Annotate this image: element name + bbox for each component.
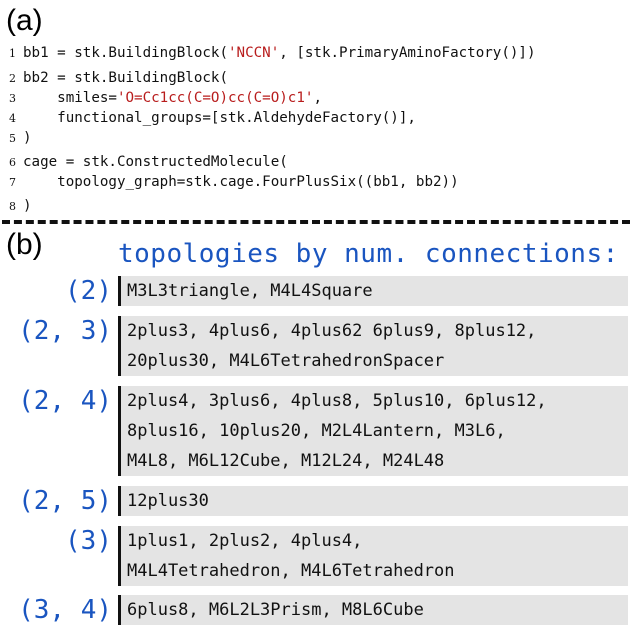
- topologies-heading: topologies by num. connections:: [118, 239, 619, 269]
- panel-a-label: (a): [6, 4, 43, 37]
- code-token: smiles=: [23, 90, 117, 106]
- code-token: ,: [313, 90, 322, 106]
- code-token: functional_groups=[stk.AldehydeFactory()…: [23, 110, 416, 126]
- code-token: bb1 = stk.BuildingBlock(: [23, 45, 228, 61]
- topology-list-line: M4L8, M6L12Cube, M12L24, M24L48: [127, 451, 445, 471]
- string-literal: 'O=Cc1cc(C=O)cc(C=O)c1': [116, 90, 314, 106]
- code-token: ): [23, 130, 32, 146]
- code-line: 5): [0, 128, 32, 148]
- code-text: cage = stk.ConstructedMolecule(: [23, 154, 288, 170]
- line-number: 8: [9, 200, 16, 213]
- topology-list-line: 1plus1, 2plus2, 4plus4,: [127, 531, 363, 551]
- code-token: topology_graph=stk.cage.FourPlusSix((bb1…: [23, 174, 459, 190]
- line-number: 7: [9, 176, 16, 189]
- code-token: ): [23, 198, 32, 214]
- connection-tag: (2, 4): [18, 386, 112, 416]
- topology-list-line: 20plus30, M4L6TetrahedronSpacer: [127, 351, 445, 371]
- code-line: 6 cage = stk.ConstructedMolecule(: [0, 152, 288, 172]
- code-line: 3 smiles='O=Cc1cc(C=O)cc(C=O)c1',: [0, 88, 322, 108]
- code-line: 7 topology_graph=stk.cage.FourPlusSix((b…: [0, 172, 459, 192]
- code-line: 8): [0, 196, 32, 216]
- topology-list-box: M3L3triangle, M4L4Square: [118, 276, 628, 306]
- code-text: bb2 = stk.BuildingBlock(: [23, 70, 228, 86]
- code-token: cage = stk.ConstructedMolecule(: [23, 154, 288, 170]
- topology-list-box: 12plus30: [118, 486, 628, 516]
- topology-list-box: 1plus1, 2plus2, 4plus4, M4L4Tetrahedron, …: [118, 526, 628, 586]
- topology-list-line: M3L3triangle, M4L4Square: [127, 281, 373, 301]
- dashed-divider: [2, 220, 630, 224]
- line-number: 6: [9, 156, 16, 169]
- code-text: topology_graph=stk.cage.FourPlusSix((bb1…: [23, 174, 459, 190]
- code-line: 4 functional_groups=[stk.AldehydeFactory…: [0, 108, 416, 128]
- topology-list-line: 8plus16, 10plus20, M2L4Lantern, M3L6,: [127, 421, 506, 441]
- topology-list-line: M4L4Tetrahedron, M4L6Tetrahedron: [127, 561, 455, 581]
- code-text: ): [23, 130, 32, 146]
- connection-tag: (3): [65, 526, 112, 556]
- code-token: bb2 = stk.BuildingBlock(: [23, 70, 228, 86]
- topology-list-line: 2plus3, 4plus6, 4plus62 6plus9, 8plus12,: [127, 321, 537, 341]
- code-token: , [stk.PrimaryAminoFactory()]): [279, 45, 536, 61]
- line-number: 4: [9, 112, 16, 125]
- code-line: 1 bb1 = stk.BuildingBlock('NCCN', [stk.Pr…: [0, 43, 536, 63]
- connection-tag: (2): [65, 276, 112, 306]
- topology-list-box: 2plus4, 3plus6, 4plus8, 5plus10, 6plus12…: [118, 386, 628, 476]
- line-number: 3: [9, 92, 16, 105]
- code-text: smiles='O=Cc1cc(C=O)cc(C=O)c1',: [23, 90, 322, 106]
- panel-b-label: (b): [6, 228, 43, 261]
- code-text: ): [23, 198, 32, 214]
- line-number: 5: [9, 132, 16, 145]
- string-literal: 'NCCN': [228, 45, 280, 61]
- topology-list-line: 12plus30: [127, 491, 209, 511]
- topology-list-box: 2plus3, 4plus6, 4plus62 6plus9, 8plus12,…: [118, 316, 628, 376]
- code-text: functional_groups=[stk.AldehydeFactory()…: [23, 110, 416, 126]
- connection-tag: (2, 3): [18, 316, 112, 346]
- topology-list-line: 2plus4, 3plus6, 4plus8, 5plus10, 6plus12…: [127, 391, 547, 411]
- line-number: 2: [9, 72, 16, 85]
- code-line: 2 bb2 = stk.BuildingBlock(: [0, 68, 228, 88]
- line-number: 1: [9, 47, 16, 60]
- connection-tag: (2, 5): [18, 486, 112, 516]
- code-text: bb1 = stk.BuildingBlock('NCCN', [stk.Pri…: [23, 45, 536, 61]
